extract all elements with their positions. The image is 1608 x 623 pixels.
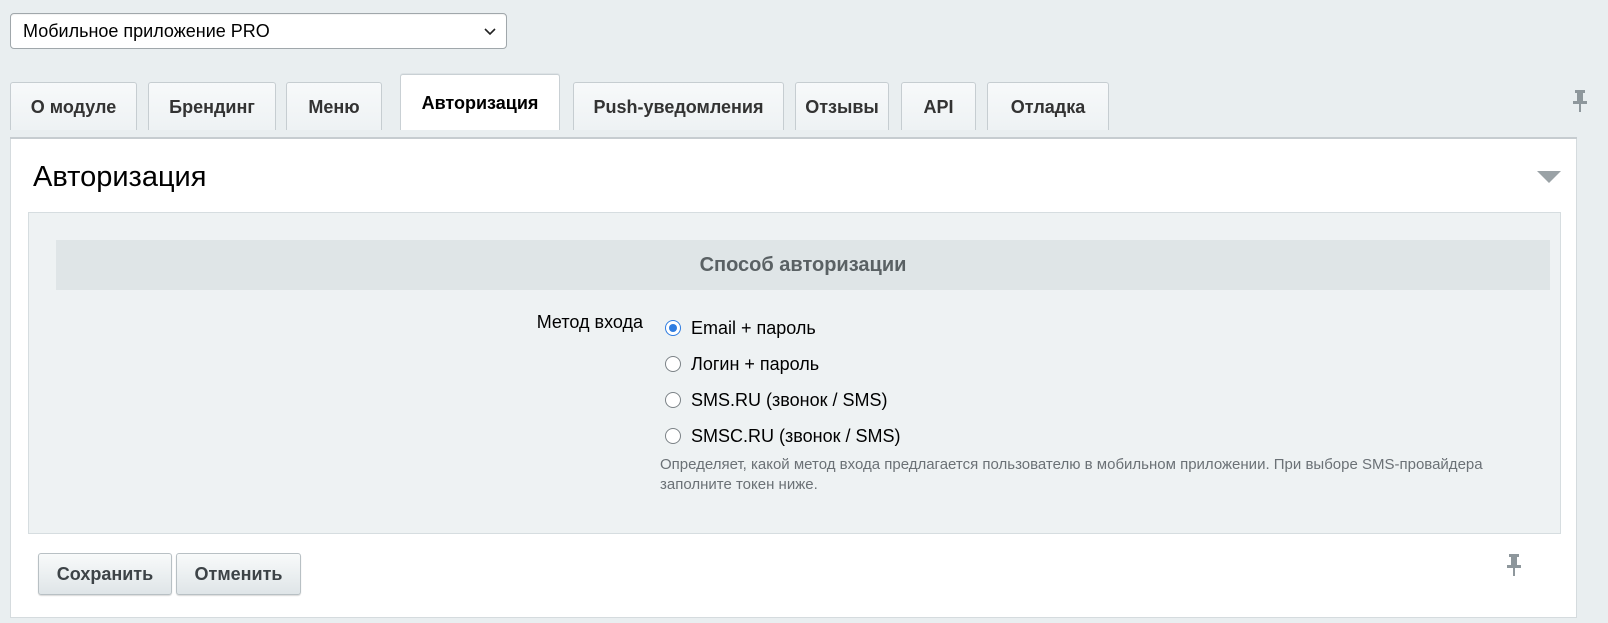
pin-icon[interactable] [1572,89,1588,113]
pin-icon[interactable] [1506,553,1522,577]
radio-button[interactable] [665,428,681,444]
radio-button[interactable] [665,356,681,372]
section-heading: Способ авторизации [56,240,1550,290]
panel-title: Авторизация [33,161,207,193]
radio-button[interactable] [665,392,681,408]
save-button[interactable]: Сохранить [38,553,172,595]
radio-label: Логин + пароль [691,353,820,374]
radio-label: SMSC.RU (звонок / SMS) [691,425,901,446]
tab-label: API [923,97,954,117]
tab-about[interactable]: О модуле [10,82,137,130]
tab-label: Авторизация [421,93,539,113]
tab-authorization[interactable]: Авторизация [400,74,560,130]
radio-button[interactable] [665,320,681,336]
settings-panel: Авторизация Способ авторизации Метод вхо… [10,139,1577,618]
radio-option-email[interactable]: Email + пароль [665,316,816,340]
radio-option-smscru[interactable]: SMSC.RU (звонок / SMS) [665,424,900,448]
tab-push-notifications[interactable]: Push-уведомления [573,82,784,130]
tab-label: О модуле [30,97,117,117]
collapse-triangle-icon[interactable] [1536,169,1562,185]
settings-section: Способ авторизации Метод входа Email + п… [28,212,1561,534]
tab-branding[interactable]: Брендинг [148,82,276,130]
tab-label: Брендинг [169,97,255,117]
tab-label: Отзывы [805,97,879,117]
tab-label: Меню [308,97,360,117]
tab-debug[interactable]: Отладка [987,82,1109,130]
tab-api[interactable]: API [901,82,976,130]
radio-label: SMS.RU (звонок / SMS) [691,389,888,410]
radio-label: Email + пароль [691,317,816,338]
tab-label: Push-уведомления [593,97,764,117]
radio-option-login[interactable]: Логин + пароль [665,352,819,376]
tab-reviews[interactable]: Отзывы [795,82,889,130]
radio-option-smsru[interactable]: SMS.RU (звонок / SMS) [665,388,887,412]
tab-menu[interactable]: Меню [286,82,382,130]
field-hint: Определяет, какой метод входа предлагает… [660,456,1483,493]
tab-label: Отладка [1010,97,1086,117]
login-method-label: Метод входа [536,312,643,332]
tab-bar: О модуле Брендинг Меню Авторизация Push-… [10,0,1608,130]
cancel-button[interactable]: Отменить [176,553,301,595]
